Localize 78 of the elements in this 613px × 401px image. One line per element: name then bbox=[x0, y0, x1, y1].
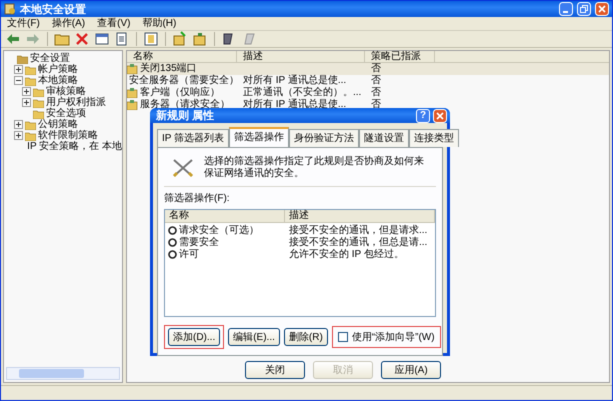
folder-icon bbox=[25, 120, 36, 130]
delete-icon[interactable] bbox=[74, 31, 90, 47]
tree-item[interactable]: IP 安全策略，在 本地 bbox=[27, 141, 122, 152]
policy-description: 正常通讯（不安全的）。... bbox=[243, 87, 362, 98]
folder-icon bbox=[33, 98, 44, 108]
menu-item[interactable]: 操作(A) bbox=[52, 18, 86, 30]
tab[interactable]: 身份验证方法 bbox=[289, 129, 360, 147]
expand-icon[interactable] bbox=[14, 131, 23, 140]
list-row[interactable]: 客户端（仅响应） 正常通讯（不安全的）。... 否 bbox=[127, 87, 609, 99]
policy-folder-icon[interactable] bbox=[192, 31, 208, 47]
folder-icon bbox=[33, 108, 44, 118]
collapse-icon[interactable] bbox=[14, 76, 23, 85]
app-icon bbox=[4, 3, 16, 15]
tab[interactable]: 连接类型 bbox=[409, 129, 460, 147]
restore-icon[interactable] bbox=[577, 2, 591, 16]
policy-name: 关闭135端口 bbox=[140, 63, 197, 75]
assigned-value: 否 bbox=[371, 75, 381, 87]
minimize-icon[interactable] bbox=[559, 2, 573, 16]
group-label: 筛选器操作(F): bbox=[164, 192, 231, 205]
help-button[interactable]: ? bbox=[416, 108, 430, 122]
assigned-value: 否 bbox=[371, 63, 381, 75]
dialog-title: 新规则 属性 bbox=[156, 108, 216, 123]
policy-icon bbox=[127, 100, 138, 110]
assigned-value: 否 bbox=[371, 99, 381, 111]
column-header[interactable]: 描述 bbox=[237, 51, 365, 62]
expand-icon[interactable] bbox=[14, 120, 23, 129]
policy-icon bbox=[127, 64, 138, 74]
folder-icon bbox=[25, 130, 36, 140]
tree-item[interactable]: 软件限制策略 bbox=[38, 130, 98, 141]
expand-icon[interactable] bbox=[22, 87, 31, 96]
tree-item[interactable]: 本地策略 bbox=[38, 75, 78, 86]
policy-name: 客户端（仅响应） bbox=[140, 87, 220, 98]
policy-name: 安全服务器（需要安全） bbox=[129, 75, 239, 86]
action-name[interactable]: 需要安全 bbox=[179, 235, 219, 249]
close-icon[interactable] bbox=[433, 108, 447, 122]
menu-item[interactable]: 文件(F) bbox=[7, 18, 40, 30]
tab[interactable]: 筛选器操作 bbox=[229, 127, 290, 147]
column-header[interactable]: 策略已指派 bbox=[365, 51, 435, 62]
tree-item[interactable]: 用户权利指派 bbox=[46, 97, 106, 108]
dialog-button[interactable]: 编辑(E)... bbox=[228, 328, 280, 346]
description-text: 选择的筛选器操作指定了此规则是否协商及如何来保证网络通讯的安全。 bbox=[204, 156, 425, 180]
tree-item[interactable]: 公钥策略 bbox=[38, 119, 78, 130]
tree-item[interactable]: 审核策略 bbox=[46, 86, 86, 97]
action-name[interactable]: 请求安全（可选） bbox=[179, 223, 259, 237]
column-header[interactable]: 名称 bbox=[127, 51, 237, 62]
dialog-button[interactable]: 删除(R) bbox=[284, 328, 328, 346]
crossed-tools-icon bbox=[172, 158, 194, 178]
tree-item[interactable]: 安全设置 bbox=[30, 53, 70, 64]
list-row[interactable]: 安全服务器（需要安全） 对所有 IP 通讯总是使... 否 bbox=[127, 75, 609, 87]
folder-icon bbox=[25, 76, 36, 86]
tree-item[interactable]: 帐户策略 bbox=[38, 64, 78, 75]
menu-item[interactable]: 帮助(H) bbox=[142, 18, 176, 30]
action-description: 接受不安全的通讯，但是请求... bbox=[288, 224, 428, 236]
dialog-button[interactable]: 应用(A) bbox=[381, 361, 441, 379]
tab[interactable]: 隧道设置 bbox=[359, 129, 410, 147]
policy-icon bbox=[127, 88, 138, 98]
close-icon[interactable] bbox=[595, 2, 609, 16]
tree-item[interactable]: 安全选项 bbox=[46, 108, 86, 119]
policy-description: 对所有 IP 通讯总是使... bbox=[243, 75, 346, 86]
dialog-button[interactable]: 添加(D)... bbox=[168, 328, 220, 346]
menu-item[interactable]: 查看(V) bbox=[97, 18, 130, 30]
list-row[interactable]: 关闭135端口 否 bbox=[127, 63, 609, 75]
horizontal-scrollbar[interactable] bbox=[6, 367, 120, 380]
action-description: 接受不安全的通讯，但总是请... bbox=[288, 236, 428, 248]
tab[interactable]: IP 筛选器列表 bbox=[157, 129, 230, 147]
assigned-value: 否 bbox=[371, 87, 381, 99]
action-description: 允许不安全的 IP 包经过。 bbox=[288, 248, 405, 261]
expand-icon[interactable] bbox=[14, 65, 23, 74]
folder-icon bbox=[33, 86, 44, 96]
action-name[interactable]: 许可 bbox=[179, 247, 199, 261]
checkbox[interactable] bbox=[338, 332, 348, 342]
column-header[interactable]: 描述 bbox=[285, 210, 435, 222]
expand-icon[interactable] bbox=[22, 98, 31, 107]
dialog-button[interactable]: 关闭 bbox=[245, 361, 305, 379]
properties-icon[interactable] bbox=[94, 31, 110, 47]
checkbox-label[interactable]: 使用“添加向导”(W) bbox=[352, 330, 435, 344]
window-title: 本地安全设置 bbox=[20, 2, 87, 16]
folder-icon bbox=[25, 64, 36, 74]
